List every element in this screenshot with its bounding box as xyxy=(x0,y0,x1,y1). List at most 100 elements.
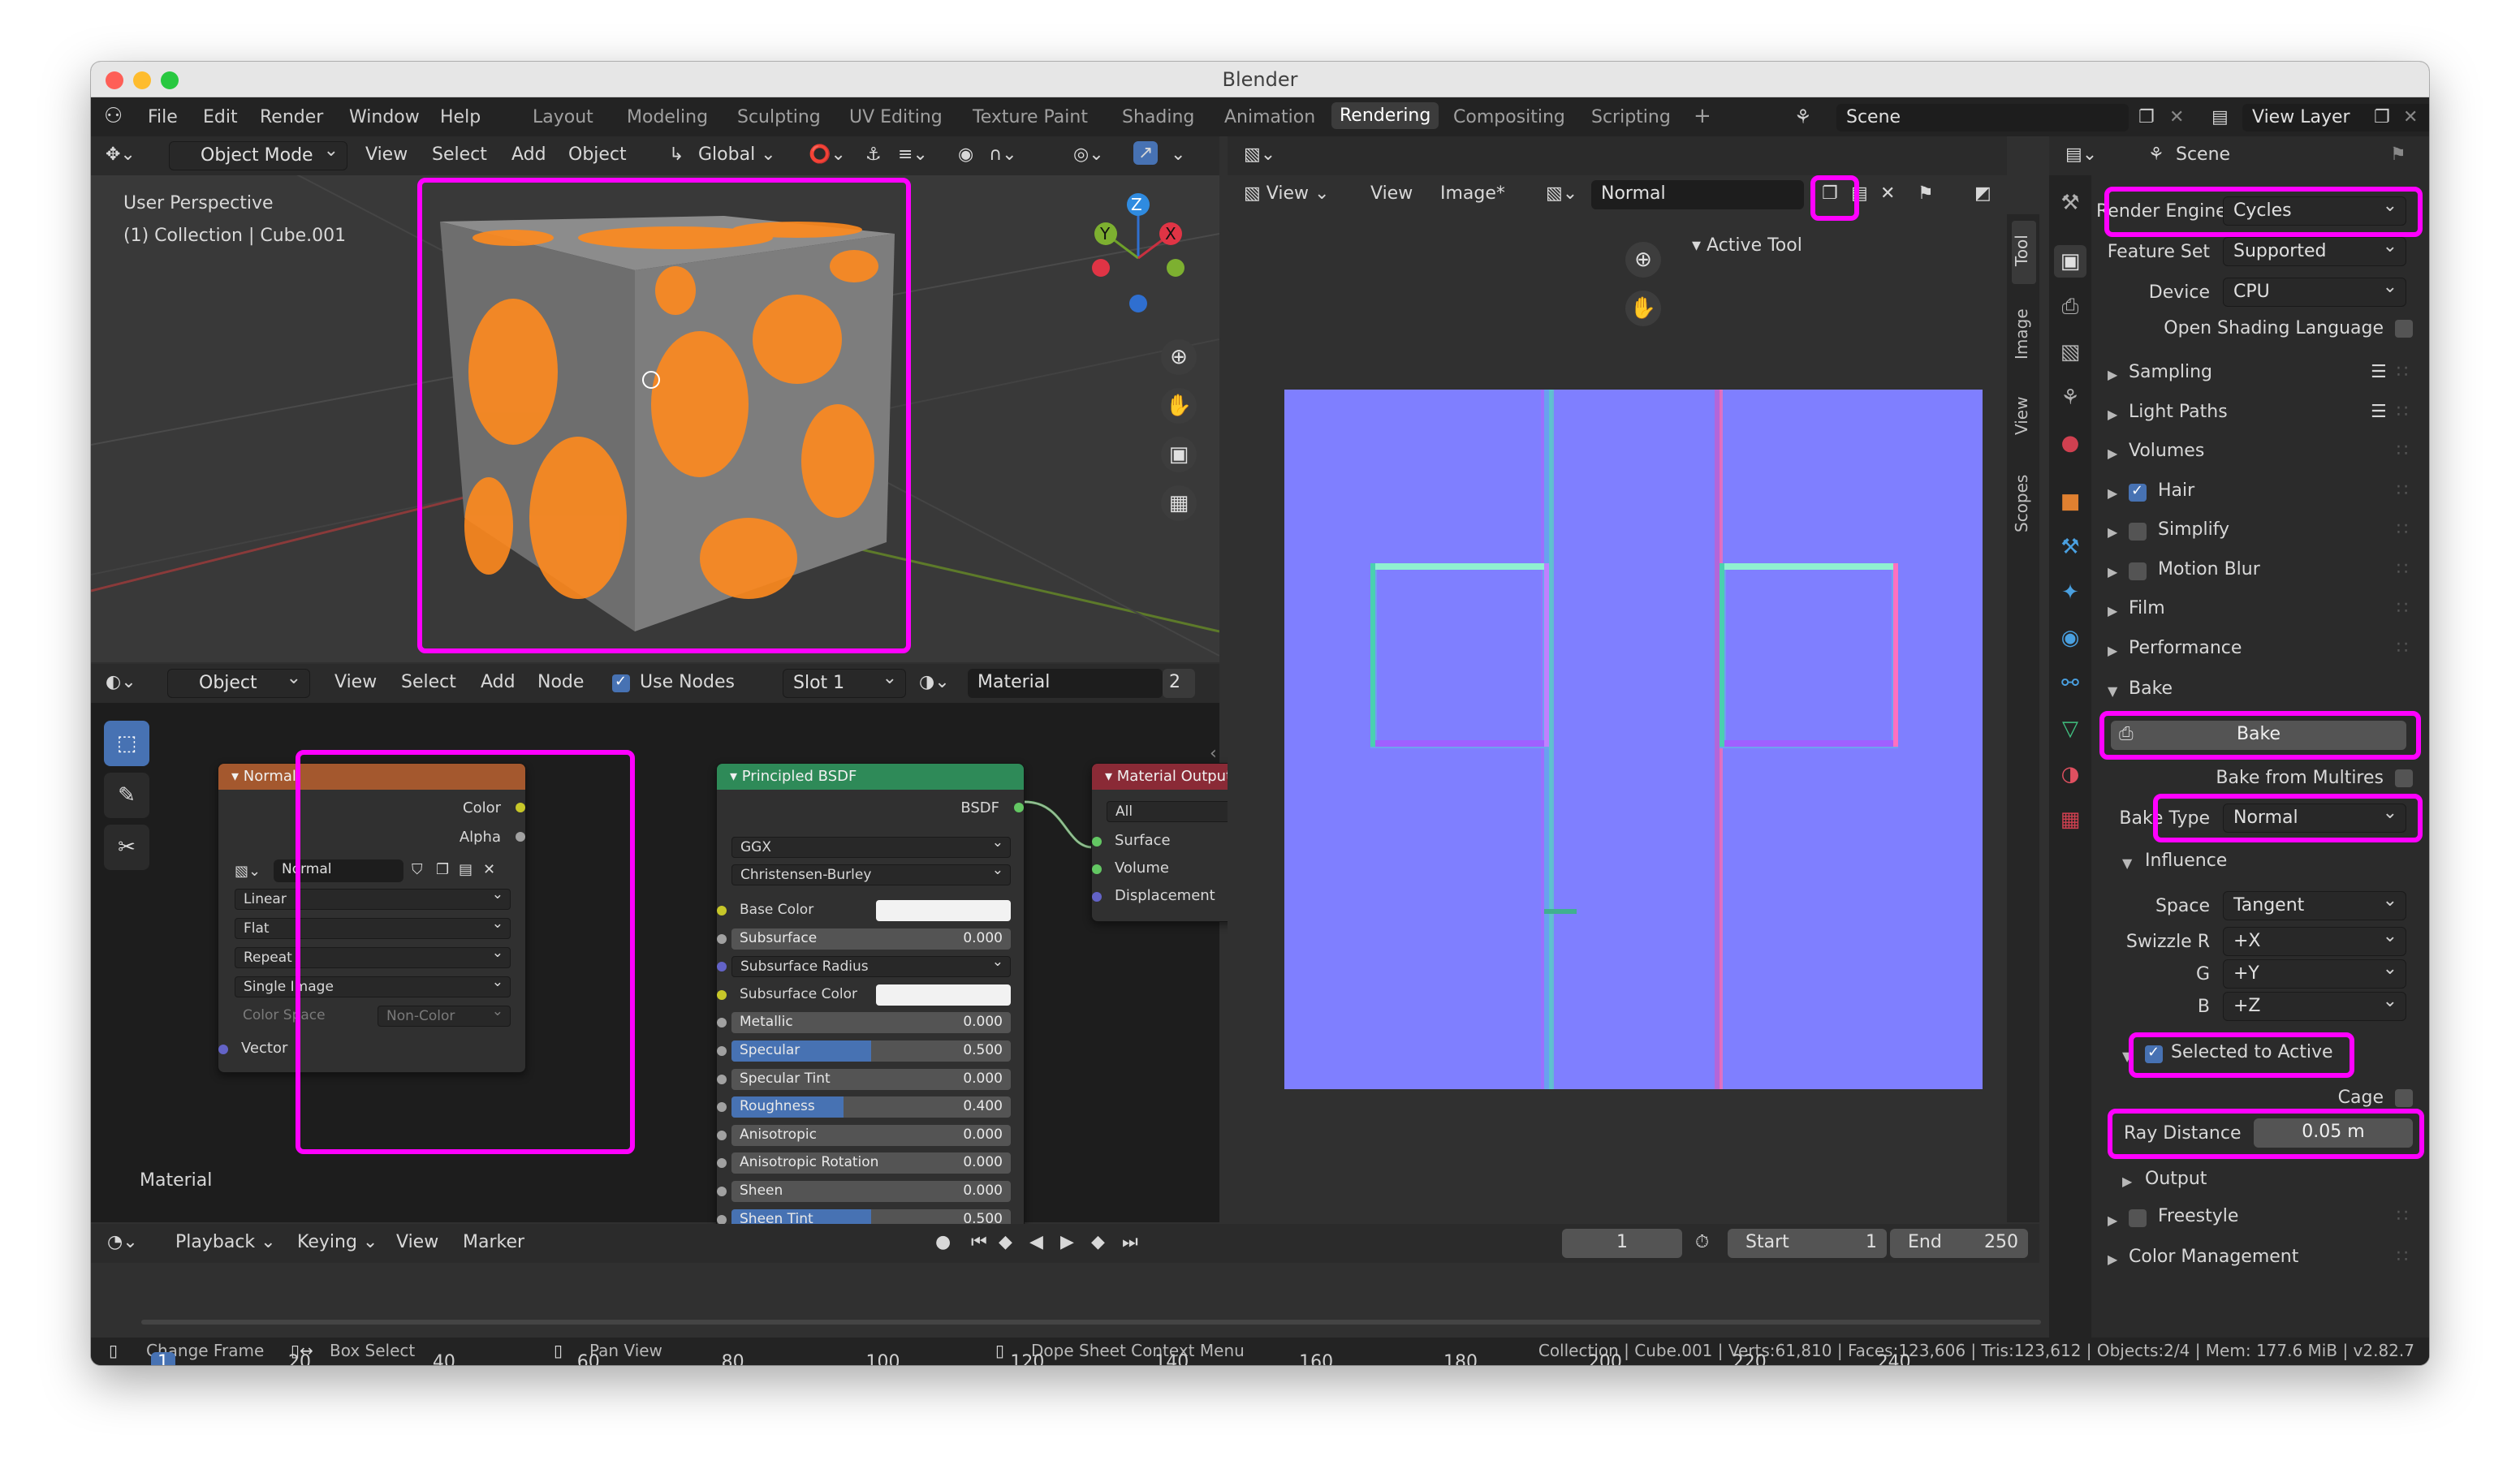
delete-view-layer-icon[interactable]: ✕ xyxy=(2403,107,2418,127)
record-icon[interactable]: ● xyxy=(935,1232,951,1252)
panel-header[interactable]: Motion Blur xyxy=(2158,559,2260,579)
tab-tool[interactable]: Tool xyxy=(2012,221,2036,284)
tab-image[interactable]: Image xyxy=(2012,297,2036,372)
panel-drag-handle-icon[interactable]: ∷ xyxy=(2397,402,2408,422)
panel-drag-handle-icon[interactable]: ∷ xyxy=(2397,638,2408,658)
play-reverse-icon[interactable]: ◀ xyxy=(1029,1232,1043,1252)
physics-tab-icon[interactable]: ◉ xyxy=(2054,622,2086,654)
playhead-frame-indicator[interactable]: 1 xyxy=(151,1352,175,1365)
menu-window[interactable]: Window xyxy=(349,107,420,127)
constraints-tab-icon[interactable]: ⚯ xyxy=(2054,667,2086,700)
bake-panel-arrow-icon[interactable]: ▼ xyxy=(2108,683,2117,699)
active-tool-panel[interactable]: ▾ Active Tool xyxy=(1692,235,1802,256)
bsdf-value-slider[interactable]: Anisotropic 0.000 xyxy=(731,1124,1011,1146)
data-tab-icon[interactable]: ▽ xyxy=(2054,713,2086,745)
timeline-menu-playback[interactable]: Playback ⌄ xyxy=(175,1232,276,1252)
swizzle-g-dropdown[interactable]: +Y xyxy=(2223,959,2406,989)
swizzle-r-dropdown[interactable]: +X xyxy=(2223,927,2406,956)
new-view-layer-icon[interactable]: ❐ xyxy=(2374,107,2390,127)
panel-drag-handle-icon[interactable]: ∷ xyxy=(2397,480,2408,501)
orientation-icon[interactable]: ↳ xyxy=(669,144,684,165)
tab-scopes[interactable]: Scopes xyxy=(2012,459,2036,547)
jump-start-icon[interactable]: ⏮ xyxy=(971,1232,987,1252)
panel-enable-checkbox[interactable] xyxy=(2129,562,2147,580)
modifier-tab-icon[interactable]: ⚒ xyxy=(2054,531,2086,563)
material-users-count[interactable]: 2 xyxy=(1163,669,1195,698)
image-datablock-field[interactable]: Normal xyxy=(1591,180,1804,209)
panel-drag-handle-icon[interactable]: ∷ xyxy=(2397,519,2408,540)
viewport-menu-view[interactable]: View xyxy=(365,144,408,165)
panel-enable-checkbox[interactable] xyxy=(2129,482,2147,502)
swizzle-b-dropdown[interactable]: +Z xyxy=(2223,992,2406,1021)
view-layer-selector[interactable]: View Layer xyxy=(2242,104,2429,131)
new-scene-icon[interactable]: ❐ xyxy=(2138,107,2155,127)
bsdf-color-swatch[interactable] xyxy=(876,900,1011,921)
viewport-menu-select[interactable]: Select xyxy=(432,144,487,165)
color-management-panel-header[interactable]: Color Management xyxy=(2129,1247,2298,1267)
texture-tab-icon[interactable]: ▦ xyxy=(2054,803,2086,836)
bsdf-value-slider[interactable]: Metallic 0.000 xyxy=(731,1012,1011,1034)
bsdf-output-socket[interactable] xyxy=(1014,803,1024,812)
bsdf-color-swatch[interactable] xyxy=(876,984,1011,1006)
render-tab-icon[interactable]: ▣ xyxy=(2054,245,2086,278)
image-editor-type-icon[interactable]: ▧⌄ xyxy=(1244,144,1275,165)
image-browse-dropdown-icon[interactable]: ▧⌄ xyxy=(1546,183,1577,204)
node-menu-node[interactable]: Node xyxy=(537,672,584,692)
snap-target-icon[interactable]: ≡⌄ xyxy=(898,144,928,165)
gizmo-toggle-icon[interactable]: ↗ xyxy=(1133,141,1159,165)
camera-view-icon[interactable]: ▣ xyxy=(1161,437,1197,472)
panel-drag-handle-icon[interactable]: ∷ xyxy=(2397,441,2408,461)
timeline-menu-keying[interactable]: Keying ⌄ xyxy=(297,1232,378,1252)
panel-header[interactable]: Performance xyxy=(2129,638,2242,658)
material-browse-icon[interactable]: ◑⌄ xyxy=(919,672,950,692)
panel-expand-arrow-icon[interactable]: ▶ xyxy=(2108,446,2117,461)
bsdf-input-socket[interactable] xyxy=(717,906,727,915)
presets-list-icon[interactable]: ☰ xyxy=(2371,402,2387,422)
panel-header[interactable]: Simplify xyxy=(2158,519,2229,540)
cut-links-tool-icon[interactable]: ✂ xyxy=(104,825,149,870)
distribution-dropdown[interactable]: GGX xyxy=(731,837,1011,858)
output-arrow-icon[interactable]: ▶ xyxy=(2122,1174,2132,1189)
end-frame-field[interactable]: End 250 xyxy=(1890,1229,2028,1258)
gizmo-dropdown-icon[interactable]: ⌄ xyxy=(1171,144,1185,165)
scene-tab-icon[interactable]: ⚘ xyxy=(2054,381,2086,414)
timeline-editor-type-icon[interactable]: ◔⌄ xyxy=(107,1232,138,1252)
feature-set-dropdown[interactable]: Supported xyxy=(2223,237,2406,266)
bsdf-input-socket[interactable] xyxy=(717,1074,727,1084)
shader-type-dropdown[interactable]: Object xyxy=(167,669,310,698)
bsdf-value-slider[interactable]: Specular 0.500 xyxy=(731,1040,1011,1062)
tab-sculpting[interactable]: Sculpting xyxy=(737,107,821,127)
panel-expand-arrow-icon[interactable]: ▶ xyxy=(2108,564,2117,579)
shader-editor-type-icon[interactable]: ◐⌄ xyxy=(106,672,136,692)
prev-keyframe-icon[interactable]: ◆ xyxy=(999,1232,1012,1252)
panel-expand-arrow-icon[interactable]: ▶ xyxy=(2108,485,2117,501)
bsdf-input-socket[interactable] xyxy=(717,989,727,1000)
bsdf-input-socket[interactable] xyxy=(717,1187,727,1196)
falloff-icon[interactable]: ∩⌄ xyxy=(989,144,1017,165)
visibility-icon[interactable]: ◎⌄ xyxy=(1073,144,1104,165)
volume-input-socket[interactable] xyxy=(1092,864,1102,874)
node-menu-view[interactable]: View xyxy=(334,672,377,692)
output-subpanel[interactable]: Output xyxy=(2145,1169,2207,1189)
use-nodes-checkbox[interactable] xyxy=(612,673,630,692)
annotate-tool-icon[interactable]: ✎ xyxy=(104,773,149,818)
bsdf-value-slider[interactable]: Subsurface 0.000 xyxy=(731,928,1011,950)
panel-expand-arrow-icon[interactable]: ▶ xyxy=(2108,643,2117,658)
bsdf-field-dropdown[interactable]: Subsurface Radius xyxy=(731,956,1011,978)
subsurface-method-dropdown[interactable]: Christensen-Burley xyxy=(731,864,1011,885)
delete-scene-icon[interactable]: ✕ xyxy=(2169,107,2184,127)
panel-header[interactable]: Volumes xyxy=(2129,441,2204,461)
pin-icon[interactable]: ⚑ xyxy=(1918,183,1934,204)
panel-expand-arrow-icon[interactable]: ▶ xyxy=(2108,407,2117,422)
node-menu-add[interactable]: Add xyxy=(481,672,516,692)
image-menu-image[interactable]: Image* xyxy=(1440,183,1505,204)
tab-texture-paint[interactable]: Texture Paint xyxy=(973,107,1088,127)
editor-type-icon[interactable]: ✥⌄ xyxy=(106,144,136,165)
image-pan-hand-icon[interactable]: ✋ xyxy=(1625,291,1661,326)
tab-uv-editing[interactable]: UV Editing xyxy=(849,107,943,127)
baked-normal-map-image[interactable] xyxy=(1284,390,1983,1089)
current-frame-field[interactable]: 1 xyxy=(1562,1229,1682,1258)
snap-icon[interactable]: ⚓ xyxy=(865,144,882,165)
timeline-menu-marker[interactable]: Marker xyxy=(463,1232,524,1252)
properties-editor-type-icon[interactable]: ▤⌄ xyxy=(2065,144,2097,165)
